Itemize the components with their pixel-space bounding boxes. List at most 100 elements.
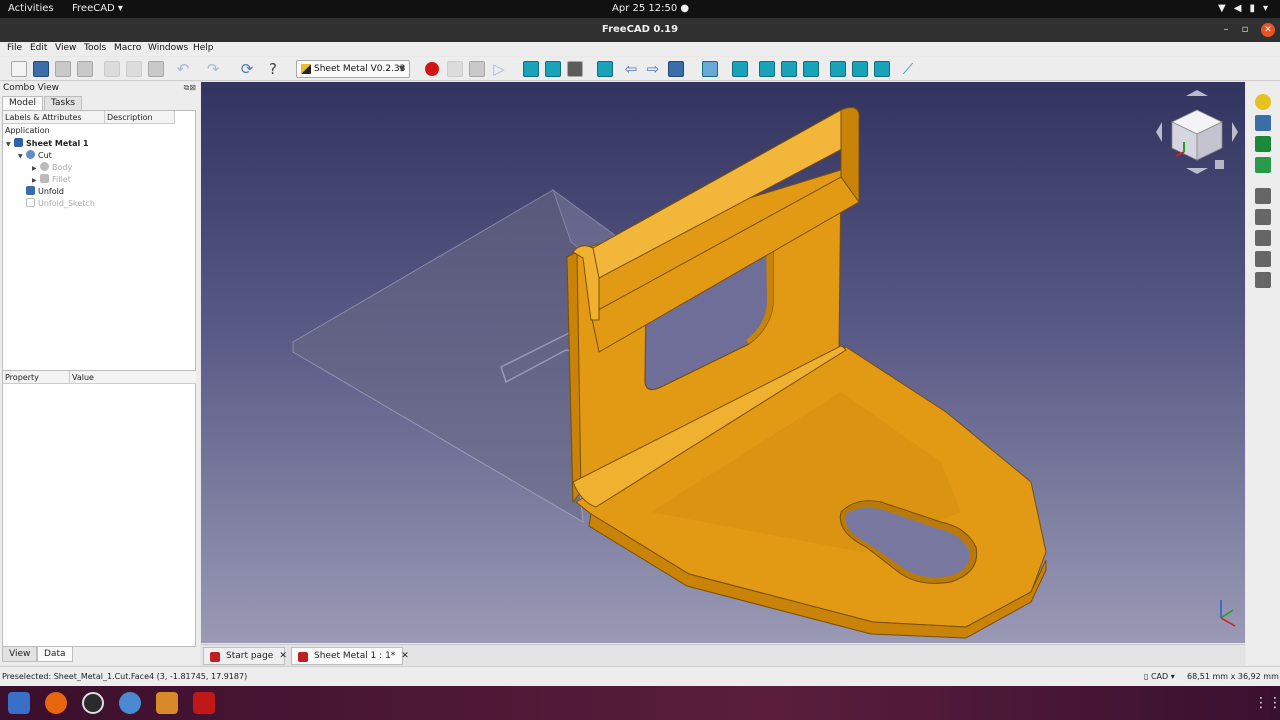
obs-icon[interactable]: [82, 692, 104, 714]
view-right-icon[interactable]: [803, 61, 819, 77]
fit-selection-icon[interactable]: [545, 61, 561, 77]
new-file-icon[interactable]: [11, 61, 27, 77]
workbench-selector[interactable]: Sheet Metal V0.2.33 ▼: [296, 60, 410, 78]
cut-icon[interactable]: [104, 61, 120, 77]
sketch-bend-icon[interactable]: [1255, 272, 1271, 288]
add-wall-icon[interactable]: [1255, 115, 1271, 131]
browser-icon[interactable]: [119, 692, 141, 714]
relief-icon[interactable]: [1255, 209, 1271, 225]
wifi-icon: ▼: [1218, 3, 1226, 14]
cut-feature-icon: [26, 150, 35, 159]
tree-item-sheet-metal[interactable]: ▼ Sheet Metal 1: [6, 138, 89, 150]
freecad-dock-icon[interactable]: [193, 692, 215, 714]
view-left-icon[interactable]: [874, 61, 890, 77]
tree-item-fillet[interactable]: ▶ Fillet: [32, 174, 71, 186]
undo-icon[interactable]: ↶: [175, 61, 191, 77]
redo-icon[interactable]: ↷: [205, 61, 221, 77]
collapse-arrow-icon[interactable]: ▶: [32, 177, 40, 184]
panel-float-close-icons[interactable]: ⧉⊠: [184, 83, 196, 93]
corner-icon[interactable]: [1255, 230, 1271, 246]
draw-style-icon[interactable]: [567, 61, 583, 77]
app-icon[interactable]: [156, 692, 178, 714]
bounding-box-icon[interactable]: [597, 61, 613, 77]
3d-viewport[interactable]: [201, 82, 1245, 643]
view-front-icon[interactable]: [759, 61, 775, 77]
menu-edit[interactable]: Edit: [30, 43, 47, 53]
view-forward-icon[interactable]: ⇨: [645, 61, 661, 77]
value-column[interactable]: Value: [70, 371, 196, 384]
fit-all-icon[interactable]: [523, 61, 539, 77]
view-bottom-icon[interactable]: [852, 61, 868, 77]
close-tab-icon[interactable]: ✕: [401, 651, 409, 661]
system-tray[interactable]: ▼ ◀ ▮ ▾: [1210, 3, 1268, 14]
firefox-icon[interactable]: [45, 692, 67, 714]
extend-icon[interactable]: [1255, 188, 1271, 204]
files-icon[interactable]: [8, 692, 30, 714]
tree-root-label: Application: [5, 126, 50, 135]
menu-macro[interactable]: Macro: [114, 43, 141, 53]
clock[interactable]: Apr 25 12:50 ●: [612, 3, 689, 14]
open-file-icon[interactable]: [33, 61, 49, 77]
menu-windows[interactable]: Windows: [148, 43, 188, 53]
paste-icon[interactable]: [148, 61, 164, 77]
show-applications-icon[interactable]: ⋮⋮⋮: [1254, 696, 1280, 710]
sync-view-icon[interactable]: [668, 61, 684, 77]
nav-arrow-up-icon: [1186, 90, 1208, 96]
menu-view[interactable]: View: [55, 43, 76, 53]
view-top-icon[interactable]: [781, 61, 797, 77]
window-title: FreeCAD 0.19: [601, 24, 679, 35]
tab-model[interactable]: Model: [2, 96, 44, 110]
expand-arrow-icon[interactable]: ▼: [18, 153, 26, 160]
app-menu-button[interactable]: FreeCAD ▾: [72, 3, 123, 14]
dimension-readout: 68,51 mm x 36,92 mm: [1187, 672, 1279, 681]
menu-help[interactable]: Help: [193, 43, 214, 53]
navigation-cube[interactable]: [1152, 86, 1242, 178]
macro-run-icon[interactable]: ▷: [491, 61, 507, 77]
add-base-icon[interactable]: [1255, 94, 1271, 110]
tab-view[interactable]: View: [2, 647, 38, 662]
add-bend-icon[interactable]: [1255, 136, 1271, 152]
tab-data[interactable]: Data: [37, 647, 73, 662]
view-rear-icon[interactable]: [830, 61, 846, 77]
tab-sheet-metal[interactable]: Sheet Metal 1 : 1* ✕: [291, 647, 409, 665]
view-back-icon[interactable]: ⇦: [623, 61, 639, 77]
tree-item-unfold-sketch[interactable]: Unfold_Sketch: [26, 198, 95, 210]
tree-item-unfold[interactable]: Unfold: [26, 186, 64, 198]
zoom-icon[interactable]: [702, 61, 718, 77]
property-column[interactable]: Property: [3, 371, 70, 384]
tree-column-labels[interactable]: Labels & Attributes: [3, 111, 105, 124]
copy-icon[interactable]: [126, 61, 142, 77]
whats-this-icon[interactable]: ?: [265, 61, 281, 77]
sheet-metal-model[interactable]: [201, 82, 1245, 643]
unfold-tool-icon[interactable]: [1255, 157, 1271, 173]
junction-icon[interactable]: [1255, 251, 1271, 267]
tree-item-cut[interactable]: ▼ Cut: [18, 150, 52, 162]
measure-icon[interactable]: ⟋: [900, 61, 916, 77]
combo-view-panel: Combo View ⧉⊠ Model Tasks Labels & Attri…: [0, 82, 200, 665]
macro-edit-icon[interactable]: [469, 61, 485, 77]
maximize-button[interactable]: ▫: [1238, 23, 1252, 37]
refresh-icon[interactable]: ⟳: [239, 61, 255, 77]
macro-record-icon[interactable]: [425, 62, 439, 76]
save-icon[interactable]: [55, 61, 71, 77]
tab-tasks[interactable]: Tasks: [44, 96, 83, 110]
sketch-icon: [26, 198, 35, 207]
menu-file[interactable]: File: [7, 43, 22, 53]
close-button[interactable]: ✕: [1261, 23, 1275, 37]
activities-button[interactable]: Activities: [8, 3, 54, 14]
tree-item-body[interactable]: ▶ Body: [32, 162, 72, 174]
menu-tools[interactable]: Tools: [84, 43, 106, 53]
print-icon[interactable]: [77, 61, 93, 77]
navigation-style-selector[interactable]: ▯ CAD ▾: [1144, 672, 1175, 681]
collapse-arrow-icon[interactable]: ▶: [32, 165, 40, 172]
view-isometric-icon[interactable]: [732, 61, 748, 77]
minimize-button[interactable]: –: [1219, 23, 1233, 37]
close-tab-icon[interactable]: ✕: [279, 651, 287, 661]
tree-column-description[interactable]: Description: [105, 111, 175, 124]
status-message: Preselected: Sheet_Metal_1.Cut.Face4 (3,…: [2, 672, 248, 681]
body-icon: [40, 162, 49, 171]
tab-start-page[interactable]: Start page ✕: [203, 647, 287, 665]
macro-stop-icon[interactable]: [447, 61, 463, 77]
expand-arrow-icon[interactable]: ▼: [6, 141, 14, 148]
chevron-down-icon: ▼: [398, 64, 405, 73]
